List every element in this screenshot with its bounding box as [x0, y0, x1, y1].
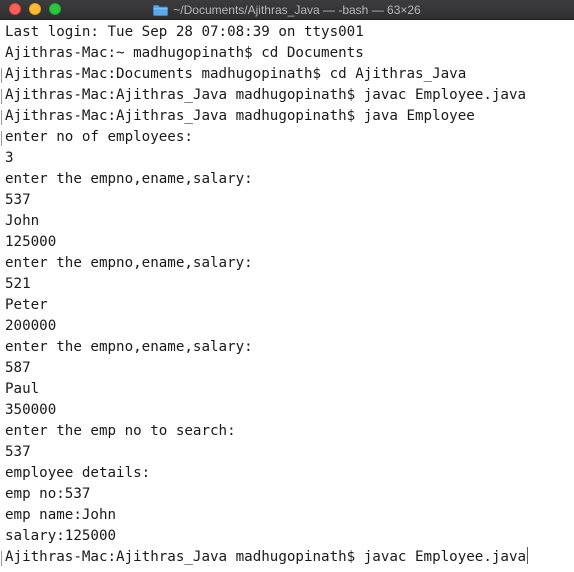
terminal-line: John — [5, 213, 40, 229]
terminal-line: Ajithras-Mac:Ajithras_Java madhugopinath… — [5, 108, 475, 124]
terminal-line: salary:125000 — [5, 528, 117, 544]
terminal-output[interactable]: Last login: Tue Sep 28 07:08:39 on ttys0… — [0, 20, 574, 572]
terminal-line: Ajithras-Mac:Documents madhugopinath$ cd… — [5, 66, 467, 82]
window-title: ~/Documents/Ajithras_Java — -bash — 63×2… — [173, 3, 421, 17]
folder-icon — [153, 4, 169, 16]
terminal-line: Last login: Tue Sep 28 07:08:39 on ttys0… — [5, 24, 364, 40]
terminal-line: 350000 — [5, 402, 57, 418]
mark-indicator — [1, 131, 2, 146]
mark-indicator — [1, 68, 2, 83]
terminal-line: 125000 — [5, 234, 57, 250]
terminal-line: enter the empno,ename,salary: — [5, 339, 253, 355]
terminal-line-text: Ajithras-Mac:Ajithras_Java madhugopinath… — [5, 549, 527, 565]
terminal-line: enter the empno,ename,salary: — [5, 255, 253, 271]
terminal-line: emp no:537 — [5, 486, 91, 502]
terminal-line: 3 — [5, 150, 14, 166]
terminal-line: emp name:John — [5, 507, 117, 523]
terminal-line: 537 — [5, 192, 31, 208]
terminal-line: enter the empno,ename,salary: — [5, 171, 253, 187]
mark-indicator — [1, 551, 2, 566]
title-container: ~/Documents/Ajithras_Java — -bash — 63×2… — [0, 0, 574, 20]
terminal-line: Ajithras-Mac:Ajithras_Java madhugopinath… — [5, 547, 574, 568]
terminal-line: 200000 — [5, 318, 57, 334]
terminal-line: employee details: — [5, 465, 151, 481]
terminal-line: 587 — [5, 360, 31, 376]
terminal-line: 521 — [5, 276, 31, 292]
terminal-line: Paul — [5, 381, 40, 397]
terminal-line: enter no of employees: — [5, 129, 193, 145]
terminal-line: Ajithras-Mac:~ madhugopinath$ cd Documen… — [5, 45, 364, 61]
title-bar[interactable]: ~/Documents/Ajithras_Java — -bash — 63×2… — [0, 0, 574, 20]
mark-indicator — [1, 89, 2, 104]
terminal-line: 537 — [5, 444, 31, 460]
mark-indicator — [1, 110, 2, 125]
terminal-line: Peter — [5, 297, 48, 313]
terminal-line: enter the emp no to search: — [5, 423, 236, 439]
terminal-window: ~/Documents/Ajithras_Java — -bash — 63×2… — [0, 0, 574, 572]
text-cursor — [527, 547, 529, 564]
terminal-line: Ajithras-Mac:Ajithras_Java madhugopinath… — [5, 87, 527, 103]
